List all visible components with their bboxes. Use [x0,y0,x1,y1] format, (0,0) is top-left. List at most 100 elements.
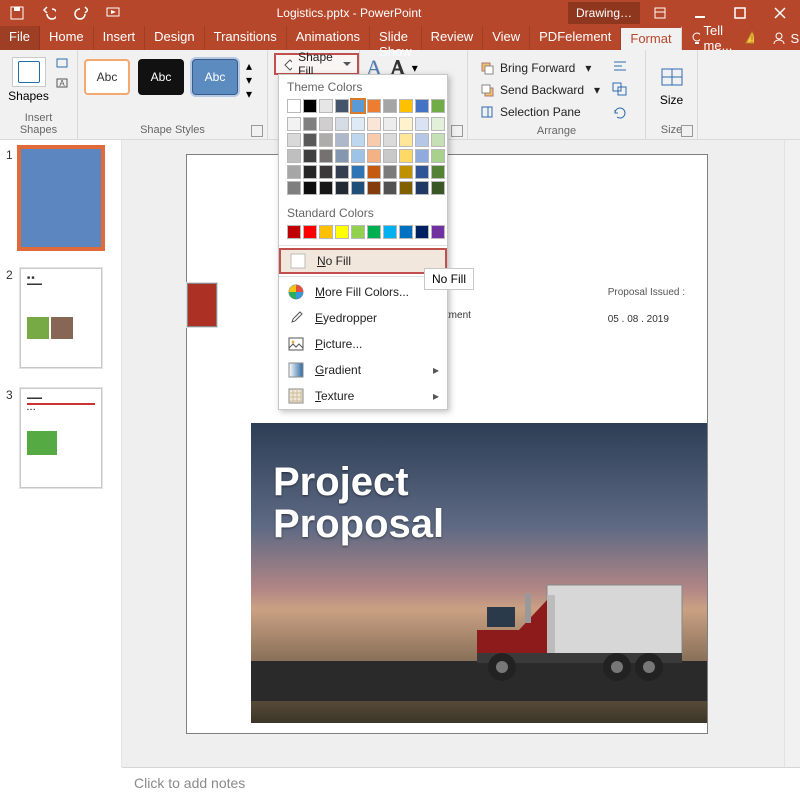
shade-swatch[interactable] [383,133,397,147]
tab-insert[interactable]: Insert [94,26,146,50]
standard-swatch[interactable] [431,225,445,239]
shade-swatch[interactable] [287,165,301,179]
more-fill-colors-item[interactable]: More Fill Colors... [279,279,447,305]
standard-swatch[interactable] [351,225,365,239]
tab-animations[interactable]: Animations [287,26,370,50]
thumb-slide-3[interactable]: 3 ▬▬▬▪ ▪ ▪ [6,388,115,488]
tab-home[interactable]: Home [40,26,94,50]
tab-format[interactable]: Format [621,26,681,50]
rotate-icon[interactable] [612,105,628,122]
gradient-fill-item[interactable]: Gradient ▸ [279,357,447,383]
selection-pane-button[interactable]: Selection Pane [474,101,606,123]
notes-pane[interactable]: Click to add notes [122,767,800,797]
shape-style-2[interactable]: Abc [138,59,184,95]
shade-swatch[interactable] [383,149,397,163]
shade-swatch[interactable] [415,133,429,147]
bring-forward-button[interactable]: Bring Forward▾ [474,57,606,79]
shade-swatch[interactable] [431,117,445,131]
ribbon-options-icon[interactable] [640,0,680,26]
shade-swatch[interactable] [383,181,397,195]
close-icon[interactable] [760,0,800,26]
tab-design[interactable]: Design [145,26,204,50]
shade-swatch[interactable] [303,149,317,163]
tab-transitions[interactable]: Transitions [205,26,287,50]
align-icon[interactable] [612,59,628,76]
standard-swatch[interactable] [383,225,397,239]
thumb-slide-2[interactable]: 2 ■ ■▬▬▬ [6,268,115,368]
shade-swatch[interactable] [335,117,349,131]
shade-swatch[interactable] [367,181,381,195]
tab-file[interactable]: File [0,26,40,50]
slide-thumbnails[interactable]: 1 2 ■ ■▬▬▬ 3 ▬▬▬▪ ▪ ▪ [0,140,122,767]
contextual-tab-drawing[interactable]: Drawing… [568,2,640,24]
shade-swatch[interactable] [431,133,445,147]
shade-swatch[interactable] [319,165,333,179]
theme-swatch[interactable] [351,99,365,113]
shade-swatch[interactable] [351,165,365,179]
shade-swatch[interactable] [335,149,349,163]
shade-swatch[interactable] [367,165,381,179]
shade-swatch[interactable] [367,149,381,163]
shape-styles-launcher[interactable] [251,125,263,137]
tell-me[interactable]: Tell me... ! [682,26,763,50]
shape-fill-button[interactable]: Shape Fill [274,53,359,75]
shade-swatch[interactable] [415,181,429,195]
shade-swatch[interactable] [335,165,349,179]
shade-swatch[interactable] [303,165,317,179]
standard-swatch[interactable] [287,225,301,239]
redo-icon[interactable] [74,6,88,20]
shade-swatch[interactable] [303,133,317,147]
shade-swatch[interactable] [383,165,397,179]
shade-swatch[interactable] [351,133,365,147]
styles-scroll-down-icon[interactable]: ▾ [246,73,252,87]
shapes-gallery-button[interactable]: Shapes [6,53,51,103]
standard-swatch[interactable] [319,225,333,239]
shade-swatch[interactable] [351,149,365,163]
send-backward-button[interactable]: Send Backward▾ [474,79,606,101]
no-fill-item[interactable]: No Fill [279,248,447,274]
undo-icon[interactable] [42,6,56,20]
shade-swatch[interactable] [319,149,333,163]
theme-swatch[interactable] [287,99,301,113]
theme-swatch[interactable] [399,99,413,113]
shade-swatch[interactable] [383,117,397,131]
theme-swatch[interactable] [303,99,317,113]
shape-style-1[interactable]: Abc [84,59,130,95]
shade-swatch[interactable] [303,181,317,195]
standard-swatch[interactable] [335,225,349,239]
eyedropper-item[interactable]: Eyedropper [279,305,447,331]
text-box-icon[interactable]: A [55,77,71,94]
shade-swatch[interactable] [415,165,429,179]
selected-rectangle-shape[interactable] [187,283,217,327]
theme-swatch[interactable] [319,99,333,113]
shade-swatch[interactable] [367,133,381,147]
shade-swatch[interactable] [415,149,429,163]
shade-swatch[interactable] [399,133,413,147]
shade-swatch[interactable] [399,149,413,163]
theme-swatch[interactable] [415,99,429,113]
theme-swatch[interactable] [431,99,445,113]
shade-swatch[interactable] [351,117,365,131]
standard-swatch[interactable] [399,225,413,239]
group-icon[interactable] [612,82,628,99]
picture-fill-item[interactable]: Picture... [279,331,447,357]
wordart-launcher[interactable] [451,125,463,137]
share-button[interactable]: Share [762,26,800,50]
shade-swatch[interactable] [399,165,413,179]
shade-swatch[interactable] [367,117,381,131]
styles-scroll-up-icon[interactable]: ▴ [246,59,252,73]
shade-swatch[interactable] [287,181,301,195]
shade-swatch[interactable] [319,117,333,131]
shade-swatch[interactable] [431,165,445,179]
shade-swatch[interactable] [287,149,301,163]
size-button[interactable]: Size [652,61,691,107]
shade-swatch[interactable] [303,117,317,131]
thumb-slide-1[interactable]: 1 [6,148,115,248]
vertical-scrollbar[interactable] [784,140,800,767]
shade-swatch[interactable] [319,181,333,195]
shade-swatch[interactable] [399,117,413,131]
start-slideshow-icon[interactable] [106,6,120,20]
shape-style-3[interactable]: Abc [192,59,238,95]
tab-pdfelement[interactable]: PDFelement [530,26,621,50]
texture-fill-item[interactable]: Texture ▸ [279,383,447,409]
